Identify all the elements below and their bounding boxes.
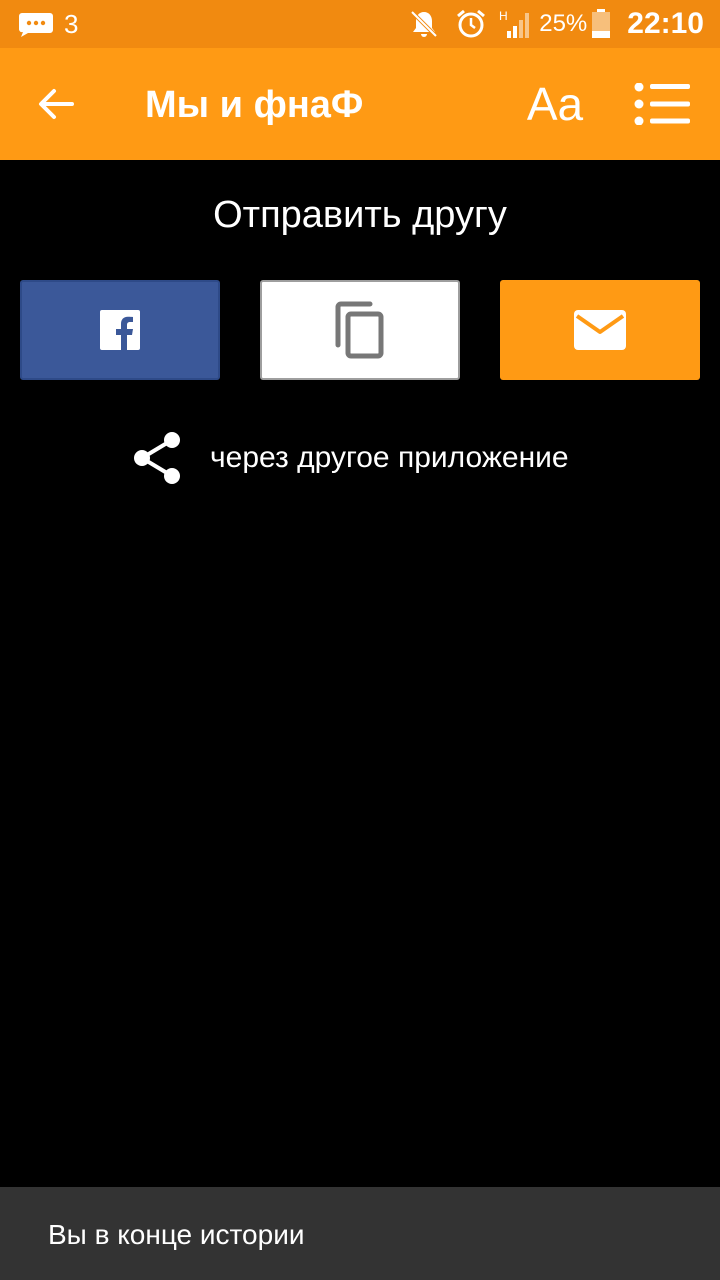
email-icon xyxy=(574,310,626,350)
facebook-share-button[interactable] xyxy=(20,280,220,380)
notification-count: 3 xyxy=(64,9,79,39)
copy-icon xyxy=(335,301,384,359)
facebook-icon xyxy=(100,310,140,350)
back-arrow-icon xyxy=(39,89,74,119)
email-share-button[interactable] xyxy=(500,280,700,380)
message-icon xyxy=(18,13,53,37)
font-size-button[interactable]: Aa xyxy=(520,74,590,134)
status-bar: 3 H 25% 22:10 xyxy=(0,0,720,48)
network-label: H xyxy=(499,9,508,23)
share-via-other-app[interactable]: через другое приложение xyxy=(130,428,569,488)
page-title: Мы и фнаФ xyxy=(145,84,364,126)
back-button[interactable] xyxy=(28,76,84,132)
battery-icon xyxy=(592,9,611,38)
share-icon xyxy=(134,432,180,484)
clock: 22:10 xyxy=(627,7,704,40)
bell-off-icon xyxy=(410,10,438,38)
alarm-icon xyxy=(457,9,486,38)
status-icons: H 25% 22:10 xyxy=(409,0,704,48)
snackbar-message: Вы в конце истории xyxy=(48,1219,305,1250)
app-bar: Мы и фнаФ Aa xyxy=(0,48,720,160)
list-menu-icon xyxy=(634,83,690,125)
chapters-menu-button[interactable] xyxy=(628,76,698,132)
battery-percent: 25% xyxy=(539,10,588,37)
share-title: Отправить другу xyxy=(213,194,507,236)
signal-icon: H xyxy=(499,9,530,38)
snackbar: Вы в конце истории xyxy=(0,1187,720,1280)
share-via-other-app-label: через другое приложение xyxy=(210,441,569,474)
copy-link-button[interactable] xyxy=(260,280,460,380)
